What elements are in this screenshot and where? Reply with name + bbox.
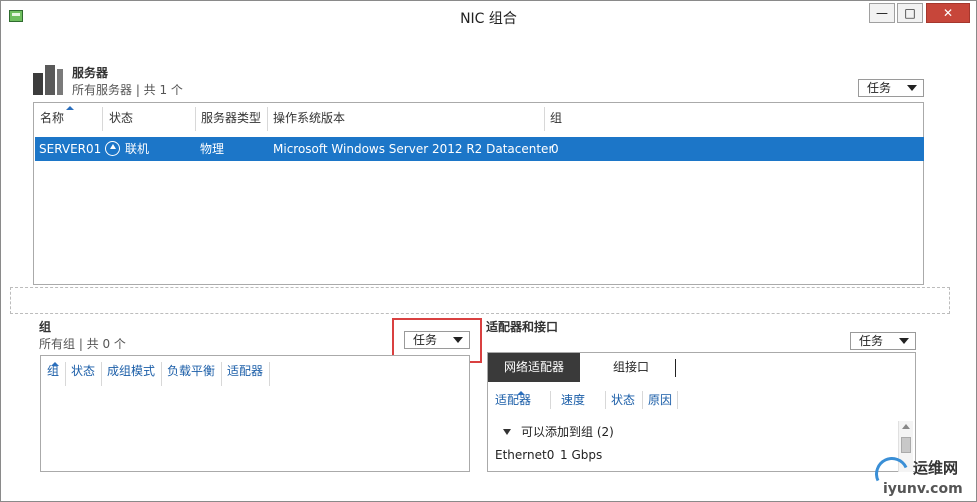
scroll-up-icon[interactable] <box>902 424 910 429</box>
column-header-team-status[interactable]: 状态 <box>67 359 95 383</box>
pane-splitter[interactable] <box>10 287 950 314</box>
dropdown-arrow-icon <box>899 338 909 344</box>
close-button[interactable]: ✕ <box>926 3 970 23</box>
column-header-name[interactable]: 名称 <box>35 103 103 133</box>
teams-title: 组 <box>39 320 52 334</box>
column-header-adapter-status[interactable]: 状态 <box>607 388 635 412</box>
column-header-status[interactable]: 状态 <box>104 103 196 133</box>
servers-tasks-button[interactable]: 任务 <box>858 79 924 97</box>
title-bar[interactable]: NIC 组合 — □ ✕ <box>1 1 976 31</box>
server-type-cell: 物理 <box>200 142 225 156</box>
column-header-teaming-mode[interactable]: 成组模式 <box>103 359 155 383</box>
server-row-selected[interactable]: SERVER01 联机 物理 Microsoft Windows Server … <box>35 137 924 161</box>
server-status-cell: 联机 <box>125 142 150 156</box>
text-cursor <box>675 359 676 377</box>
tab-network-adapters[interactable]: 网络适配器 <box>488 353 580 382</box>
column-header-speed[interactable]: 速度 <box>557 388 585 412</box>
dropdown-arrow-icon <box>907 85 917 91</box>
servers-icon <box>33 65 63 95</box>
column-header-reason[interactable]: 原因 <box>644 388 672 412</box>
watermark-bottom-text: iyunv.com <box>883 481 963 497</box>
teams-subtitle: 所有组 | 共 0 个 <box>39 337 126 351</box>
sort-ascending-icon <box>51 362 59 366</box>
adapter-row-name[interactable]: Ethernet0 <box>495 448 554 462</box>
column-header-adapters[interactable]: 适配器 <box>223 359 263 383</box>
adapter-group-header[interactable]: 可以添加到组 (2) <box>521 423 614 440</box>
sort-ascending-icon <box>66 106 74 110</box>
servers-subtitle: 所有服务器 | 共 1 个 <box>72 83 183 97</box>
online-status-icon <box>105 141 120 156</box>
watermark-top-text: 运维网 <box>913 459 959 477</box>
adapters-title: 适配器和接口 <box>486 320 559 334</box>
minimize-button[interactable]: — <box>869 3 895 23</box>
sort-ascending-icon <box>517 391 525 395</box>
server-name-cell: SERVER01 <box>39 142 102 156</box>
servers-tasks-label: 任务 <box>867 81 892 95</box>
scroll-thumb[interactable] <box>901 437 911 453</box>
adapter-row-speed: 1 Gbps <box>560 448 603 462</box>
column-header-adapter[interactable]: 适配器 <box>491 388 531 412</box>
column-header-load-balancing[interactable]: 负载平衡 <box>163 359 215 383</box>
tab-team-interfaces[interactable]: 组接口 <box>591 353 671 382</box>
column-header-teams[interactable]: 组 <box>545 103 605 133</box>
window-title: NIC 组合 <box>460 11 517 27</box>
column-header-server-type[interactable]: 服务器类型 <box>196 103 268 133</box>
watermark-logo: 运维网 iyunv.com <box>869 452 974 501</box>
column-header-os-version[interactable]: 操作系统版本 <box>268 103 544 133</box>
teams-grid: 组 状态 成组模式 负载平衡 适配器 <box>40 355 470 472</box>
servers-grid: 名称 状态 服务器类型 操作系统版本 组 SERVER01 联机 物理 Micr… <box>33 102 924 285</box>
server-teams-cell: 0 <box>551 142 559 156</box>
servers-title: 服务器 <box>72 66 109 80</box>
server-os-cell: Microsoft Windows Server 2012 R2 Datacen… <box>273 142 554 156</box>
adapters-tasks-label: 任务 <box>859 334 884 348</box>
nic-teaming-window: NIC 组合 — □ ✕ 服务器 所有服务器 | 共 1 个 任务 名称 状态 … <box>0 0 977 502</box>
adapters-tasks-button[interactable]: 任务 <box>850 332 916 350</box>
collapse-group-icon[interactable] <box>503 429 511 435</box>
maximize-button[interactable]: □ <box>897 3 923 23</box>
